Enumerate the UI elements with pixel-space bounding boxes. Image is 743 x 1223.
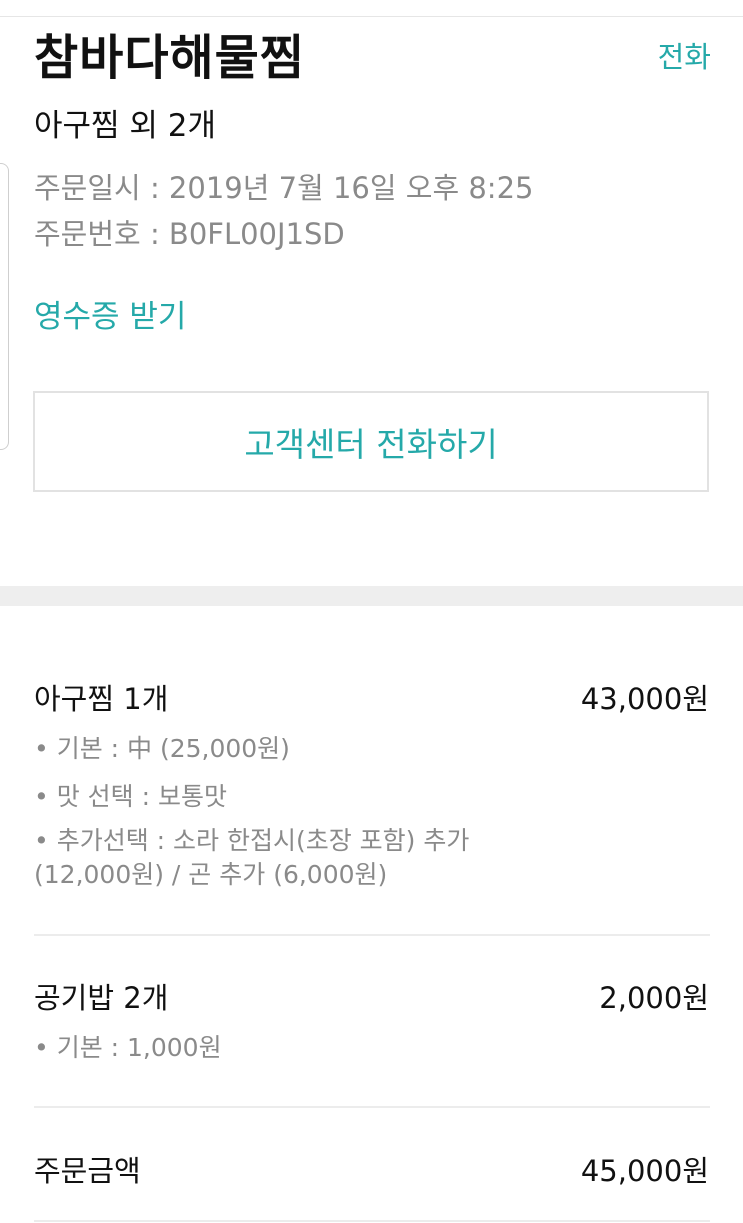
- order-summary: 아구찜 외 2개: [34, 108, 217, 144]
- total-amount: 45,000원: [580, 1154, 709, 1188]
- item-option: • 기본 : 中 (25,000원): [34, 734, 290, 763]
- customer-center-call-button[interactable]: 고객센터 전화하기: [33, 391, 709, 492]
- side-drawer-handle[interactable]: [0, 163, 9, 450]
- call-store-link[interactable]: 전화: [658, 34, 711, 76]
- item-price: 43,000원: [580, 682, 709, 716]
- order-date: 주문일시 : 2019년 7월 16일 오후 8:25: [34, 171, 534, 205]
- item-name: 아구찜 1개: [34, 682, 169, 716]
- item-divider: [34, 934, 710, 936]
- item-divider: [34, 1106, 710, 1108]
- top-divider: [0, 16, 743, 17]
- store-name: 참바다해물찜: [34, 30, 305, 86]
- item-option: • 추가선택 : 소라 한접시(초장 포함) 추가: [34, 826, 470, 855]
- order-number: 주문번호 : B0FL00J1SD: [34, 217, 345, 251]
- total-label: 주문금액: [34, 1154, 141, 1188]
- item-name: 공기밥 2개: [34, 981, 169, 1015]
- item-option: (12,000원) / 곤 추가 (6,000원): [34, 860, 388, 889]
- section-separator: [0, 586, 743, 606]
- receipt-link[interactable]: 영수증 받기: [34, 291, 186, 336]
- item-option: • 맛 선택 : 보통맛: [34, 782, 227, 811]
- item-price: 2,000원: [599, 981, 709, 1015]
- bottom-divider: [34, 1220, 710, 1222]
- item-option: • 기본 : 1,000원: [34, 1033, 222, 1062]
